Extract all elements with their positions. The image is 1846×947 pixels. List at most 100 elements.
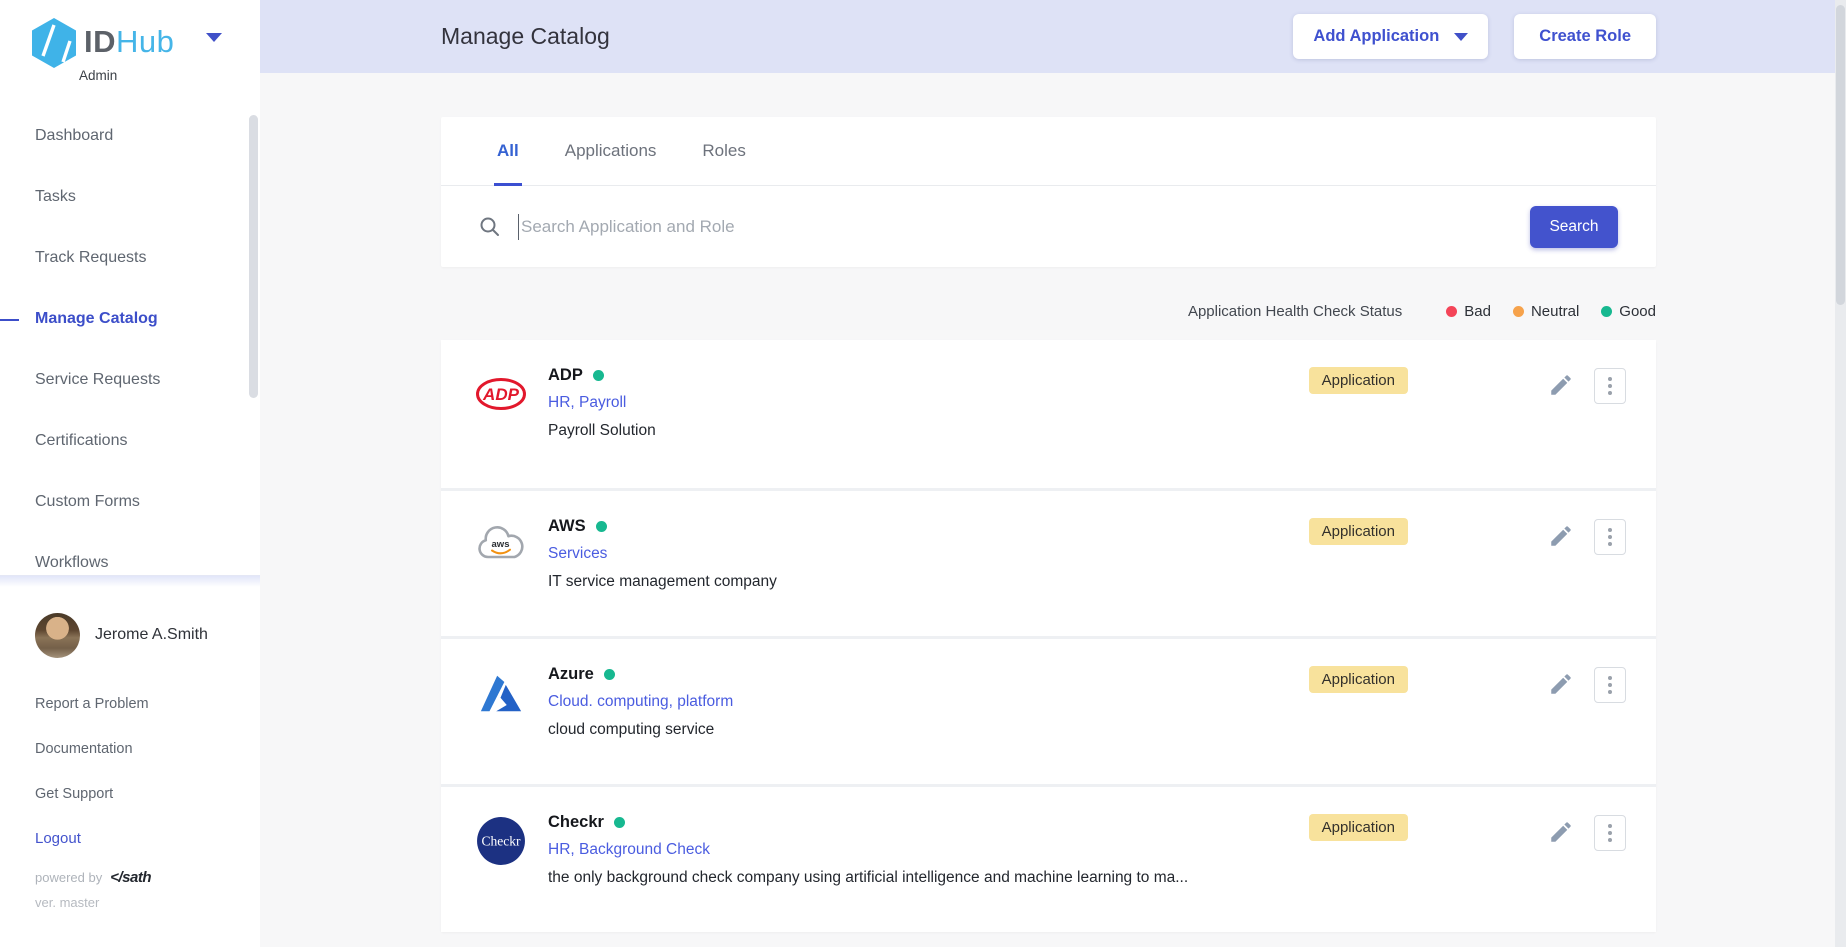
catalog-list: ADP ADP HR, Payroll Payroll Solution App… — [441, 340, 1656, 932]
active-indicator — [0, 319, 19, 321]
edit-icon[interactable] — [1548, 523, 1574, 549]
documentation-link[interactable]: Documentation — [0, 726, 260, 771]
get-support-link[interactable]: Get Support — [0, 771, 260, 816]
app-name: AWS — [548, 517, 586, 536]
chevron-down-icon — [1454, 33, 1468, 41]
adp-logo: ADP — [475, 368, 527, 420]
content: All Applications Roles Search Applicatio… — [260, 117, 1846, 932]
sidebar-item-label: Certifications — [35, 432, 127, 450]
more-options-button[interactable] — [1594, 519, 1626, 555]
brand-hub: Hub — [116, 24, 174, 59]
aws-logo: aws — [475, 519, 527, 571]
more-options-button[interactable] — [1594, 815, 1626, 851]
status-good-dot — [614, 817, 625, 828]
row-controls: Application — [1309, 813, 1656, 932]
text-cursor — [518, 214, 519, 240]
checkr-logo-text: Checkr — [481, 834, 521, 849]
legend-bad-label: Bad — [1464, 303, 1491, 320]
legend-bad: Bad — [1446, 303, 1491, 320]
add-application-label: Add Application — [1313, 27, 1439, 46]
app-tags-link[interactable]: Services — [548, 545, 607, 563]
search-input[interactable] — [521, 217, 1510, 237]
azure-logo — [475, 667, 527, 719]
checkr-logo: Checkr — [475, 815, 527, 867]
sidebar-item-certifications[interactable]: Certifications — [0, 410, 260, 471]
catalog-row-adp: ADP ADP HR, Payroll Payroll Solution App… — [441, 340, 1656, 488]
add-application-button[interactable]: Add Application — [1293, 14, 1488, 59]
logout-link[interactable]: Logout — [0, 816, 260, 861]
type-badge: Application — [1309, 666, 1408, 693]
page-scrollbar-thumb[interactable] — [1836, 5, 1845, 305]
row-text: AWS Services IT service management compa… — [548, 517, 1309, 636]
tabs: All Applications Roles — [441, 117, 1656, 186]
legend-good-label: Good — [1619, 303, 1656, 320]
sidebar-item-label: Track Requests — [35, 249, 146, 267]
sidebar-scrollbar[interactable] — [249, 115, 258, 398]
powered-by-row: powered by </sath — [35, 869, 260, 886]
row-controls: Application — [1309, 366, 1656, 488]
sath-logo: </sath — [110, 869, 151, 886]
tab-roles[interactable]: Roles — [702, 117, 745, 186]
app-name: Azure — [548, 665, 594, 684]
sidebar-item-service-requests[interactable]: Service Requests — [0, 349, 260, 410]
brand-name: IDHub — [84, 24, 174, 60]
sidebar-footer-links: Report a Problem Documentation Get Suppo… — [0, 681, 260, 861]
adp-logo-text: ADP — [482, 385, 520, 404]
create-role-label: Create Role — [1539, 27, 1631, 46]
health-check-legend: Application Health Check Status Bad Neut… — [441, 303, 1656, 320]
tab-all[interactable]: All — [497, 117, 519, 186]
row-text: Azure Cloud. computing, platform cloud c… — [548, 665, 1309, 784]
sidebar-item-custom-forms[interactable]: Custom Forms — [0, 471, 260, 532]
user-row[interactable]: Jerome A.Smith — [35, 611, 260, 659]
bad-status-dot — [1446, 306, 1457, 317]
catalog-row-azure: Azure Cloud. computing, platform cloud c… — [441, 636, 1656, 784]
idhub-hexagon-icon — [27, 15, 81, 71]
sidebar-item-label: Custom Forms — [35, 493, 140, 511]
search-button[interactable]: Search — [1530, 206, 1618, 248]
catalog-row-checkr: Checkr Checkr HR, Background Check the o… — [441, 784, 1656, 932]
edit-icon[interactable] — [1548, 372, 1574, 398]
legend-neutral: Neutral — [1513, 303, 1579, 320]
app-description: cloud computing service — [548, 721, 1309, 739]
app-tags-link[interactable]: Cloud. computing, platform — [548, 693, 733, 711]
edit-icon[interactable] — [1548, 671, 1574, 697]
app-name: ADP — [548, 366, 583, 385]
sidebar-item-dashboard[interactable]: Dashboard — [0, 105, 260, 166]
app-tags-link[interactable]: HR, Payroll — [548, 394, 626, 412]
sidebar: IDHub Admin Dashboard Tasks Track Reques… — [0, 0, 260, 947]
search-icon — [479, 216, 501, 238]
create-role-button[interactable]: Create Role — [1514, 14, 1656, 59]
chevron-down-icon[interactable] — [206, 33, 222, 42]
search-panel: All Applications Roles Search — [441, 117, 1656, 267]
status-good-dot — [604, 669, 615, 680]
page-title: Manage Catalog — [441, 23, 610, 50]
app-description: Payroll Solution — [548, 422, 1309, 440]
sidebar-item-manage-catalog[interactable]: Manage Catalog — [0, 288, 260, 349]
more-options-button[interactable] — [1594, 667, 1626, 703]
avatar — [35, 613, 80, 658]
edit-icon[interactable] — [1548, 819, 1574, 845]
sidebar-item-label: Workflows — [35, 554, 109, 572]
tab-applications[interactable]: Applications — [565, 117, 657, 186]
good-status-dot — [1601, 306, 1612, 317]
search-bar: Search — [441, 186, 1656, 267]
legend-good: Good — [1601, 303, 1656, 320]
report-a-problem-link[interactable]: Report a Problem — [0, 681, 260, 726]
sidebar-bottom: Jerome A.Smith Report a Problem Document… — [0, 575, 260, 910]
sidebar-item-tasks[interactable]: Tasks — [0, 166, 260, 227]
row-text: ADP HR, Payroll Payroll Solution — [548, 366, 1309, 488]
aws-logo-text: aws — [492, 539, 510, 550]
app-description: IT service management company — [548, 573, 1309, 591]
main-area: Manage Catalog Add Application Create Ro… — [260, 0, 1846, 947]
more-options-button[interactable] — [1594, 368, 1626, 404]
app-tags-link[interactable]: HR, Background Check — [548, 841, 710, 859]
row-controls: Application — [1309, 517, 1656, 636]
top-header: Manage Catalog Add Application Create Ro… — [260, 0, 1846, 73]
sidebar-item-track-requests[interactable]: Track Requests — [0, 227, 260, 288]
version-label: ver. master — [35, 895, 260, 910]
sidebar-item-label: Dashboard — [35, 127, 113, 145]
divider — [0, 575, 260, 587]
row-text: Checkr HR, Background Check the only bac… — [548, 813, 1309, 932]
page-scrollbar[interactable] — [1835, 0, 1846, 947]
type-badge: Application — [1309, 518, 1408, 545]
